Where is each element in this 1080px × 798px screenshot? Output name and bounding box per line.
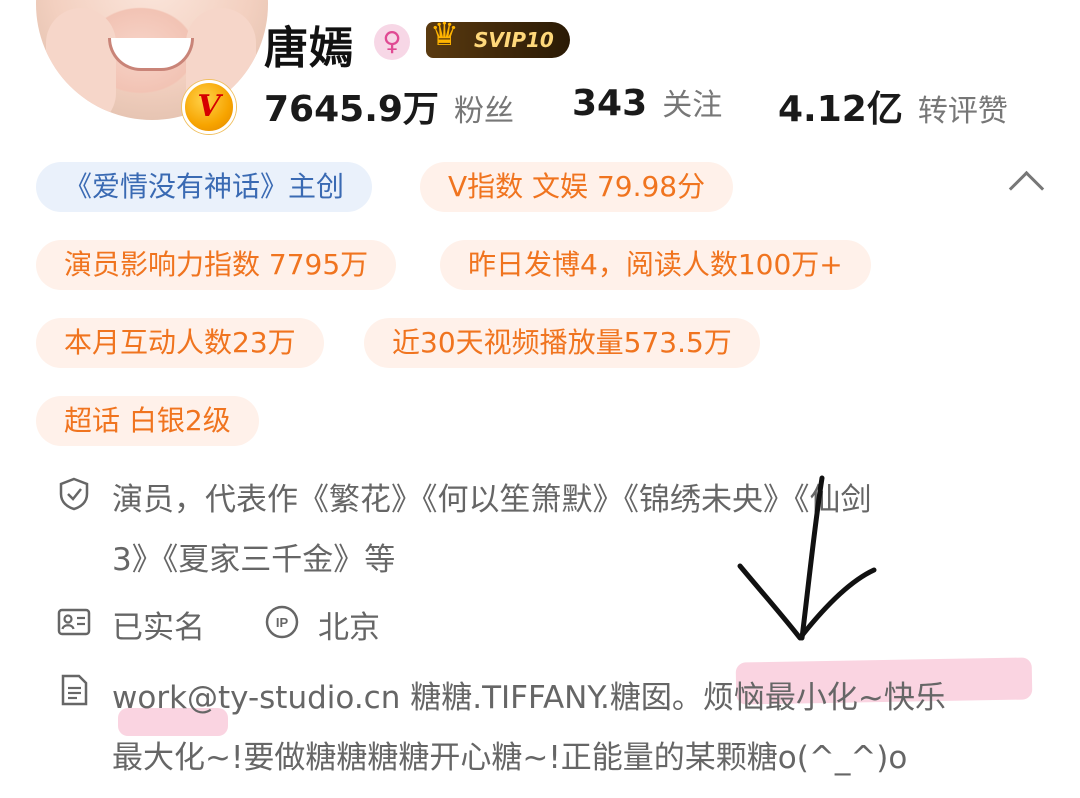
tag-video-plays[interactable]: 近30天视频播放量573.5万: [364, 318, 760, 368]
real-name-label: 已实名: [112, 610, 205, 646]
stat-value: 4.12亿: [778, 89, 903, 130]
hand-drawn-arrow-icon: [737, 475, 877, 641]
chevron-up-icon[interactable]: [1008, 170, 1045, 207]
tag-yesterday-posts[interactable]: 昨日发博4，阅读人数100万+: [440, 240, 871, 290]
stat-following[interactable]: 343 关注: [572, 80, 722, 124]
stat-value: 343: [572, 83, 648, 124]
tag-influence[interactable]: 演员影响力指数 7795万: [36, 240, 397, 290]
verified-badge-icon: V: [182, 80, 236, 134]
bio-line1: work@ty-studio.cn 糖糖.TIFFANY.糖囡。烦恼最小化~快乐: [112, 672, 946, 717]
svip-label: SVIP10: [474, 28, 554, 52]
document-icon: [61, 674, 88, 706]
ip-icon-text: IP: [276, 615, 289, 630]
bio-line1-part2: 烦恼最小化~快乐: [702, 680, 946, 716]
shield-check-icon: [59, 477, 89, 511]
svip-badge[interactable]: ♛ SVIP10: [426, 16, 570, 58]
ip-location-icon: IP: [265, 605, 299, 639]
tag-drama[interactable]: 《爱情没有神话》主创: [36, 162, 373, 212]
female-icon: ♀: [374, 24, 410, 60]
tag-v-index[interactable]: V指数 文娱 79.98分: [420, 162, 734, 212]
bio-line2: 最大化~!要做糖糖糖糖开心糖~!正能量的某颗糖o(^_^)o: [112, 740, 908, 776]
stat-followers[interactable]: 7645.9万 粉丝: [264, 80, 514, 132]
stat-label: 关注: [662, 88, 723, 123]
crown-icon: ♛: [430, 15, 459, 53]
stat-value: 7645.9万: [264, 89, 439, 130]
stat-label: 转评赞: [917, 94, 1008, 129]
id-card-icon: [57, 608, 91, 636]
avatar-smile: [108, 38, 194, 71]
ip-location: 北京: [318, 610, 380, 646]
tag-super-topic[interactable]: 超话 白银2级: [36, 396, 259, 446]
stat-likes[interactable]: 4.12亿 转评赞: [778, 80, 1008, 132]
bio-line1-part1: work@ty-studio.cn 糖糖.TIFFANY.糖囡。: [112, 680, 703, 716]
profile-name: 唐嫣: [264, 23, 354, 74]
stat-label: 粉丝: [454, 94, 515, 129]
verification-text-line2: 3》《夏家三千金》等: [112, 542, 396, 578]
avatar-hand-left: [46, 8, 116, 120]
tag-monthly-interaction[interactable]: 本月互动人数23万: [36, 318, 324, 368]
